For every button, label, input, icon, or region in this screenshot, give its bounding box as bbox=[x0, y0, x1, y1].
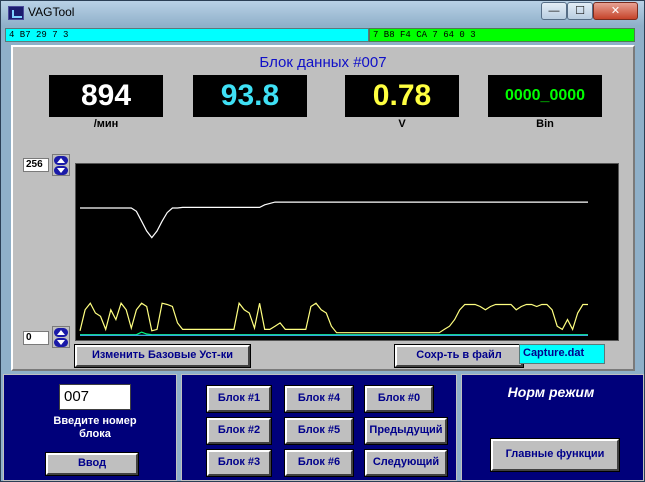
scale-min-field[interactable]: 0 bbox=[23, 331, 49, 345]
readout-3-value: 0.78 bbox=[345, 75, 459, 117]
previous-button[interactable]: Предыдущий bbox=[364, 417, 448, 445]
arrow-down-icon[interactable] bbox=[54, 166, 68, 175]
app-window: VAGTool — ☐ ✕ 4 B7 29 7 3 7 B8 F4 CA 7 6… bbox=[0, 0, 645, 482]
graph-series-1 bbox=[80, 201, 588, 239]
arrow-up-icon[interactable] bbox=[54, 156, 68, 165]
block-1-button[interactable]: Блок #1 bbox=[206, 385, 272, 413]
mode-label: Норм режим bbox=[507, 384, 595, 400]
graph-series-3 bbox=[80, 331, 588, 336]
arrow-up-icon[interactable] bbox=[54, 328, 68, 337]
scale-min-spinner[interactable] bbox=[52, 326, 70, 348]
main-functions-button[interactable]: Главные функции bbox=[490, 438, 620, 472]
readout-2-value: 93.8 bbox=[193, 75, 307, 117]
readout-1-value: 894 bbox=[49, 75, 163, 117]
block-0-button[interactable]: Блок #0 bbox=[364, 385, 434, 413]
block-5-button[interactable]: Блок #5 bbox=[284, 417, 354, 445]
block-number-input[interactable]: 007 bbox=[59, 384, 131, 410]
close-button[interactable]: ✕ bbox=[593, 2, 638, 20]
block-2-button[interactable]: Блок #2 bbox=[206, 417, 272, 445]
capture-filename: Capture.dat bbox=[519, 344, 605, 364]
scale-max-field[interactable]: 256 bbox=[23, 158, 49, 172]
block-4-button[interactable]: Блок #4 bbox=[284, 385, 354, 413]
block-title: Блок данных #007 bbox=[259, 54, 387, 71]
readout-4-value: 0000_0000 bbox=[488, 75, 602, 117]
maximize-button[interactable]: ☐ bbox=[567, 2, 593, 20]
enter-button[interactable]: Ввод bbox=[45, 452, 139, 476]
title-bar[interactable]: VAGTool — ☐ ✕ bbox=[1, 1, 644, 26]
status-field-right: 7 B8 F4 CA 7 64 0 3 bbox=[369, 28, 635, 42]
live-graph bbox=[75, 163, 619, 341]
readout-3-unit: V bbox=[398, 118, 406, 130]
save-to-file-button[interactable]: Сохр-ть в файл bbox=[394, 344, 524, 368]
data-block-panel: Блок данных #007 894 /мин 93.8 0.78 V 00… bbox=[11, 45, 635, 371]
block-6-button[interactable]: Блок #6 bbox=[284, 449, 354, 477]
minimize-button[interactable]: — bbox=[541, 2, 567, 20]
graph-series-2 bbox=[79, 301, 588, 334]
block-3-button[interactable]: Блок #3 bbox=[206, 449, 272, 477]
readout-1-unit: /мин bbox=[93, 118, 119, 130]
status-field-left: 4 B7 29 7 3 bbox=[5, 28, 369, 42]
scale-max-spinner[interactable] bbox=[52, 154, 70, 176]
block-number-label: Введите номер блока bbox=[53, 415, 137, 440]
next-button[interactable]: Следующий bbox=[364, 449, 448, 477]
window-title: VAGTool bbox=[28, 5, 75, 19]
readout-4-unit: Bin bbox=[536, 118, 554, 130]
app-icon bbox=[8, 6, 24, 20]
change-base-settings-button[interactable]: Изменить Базовые Уст-ки bbox=[74, 344, 251, 368]
arrow-down-icon[interactable] bbox=[54, 338, 68, 347]
graph-canvas bbox=[79, 201, 588, 336]
